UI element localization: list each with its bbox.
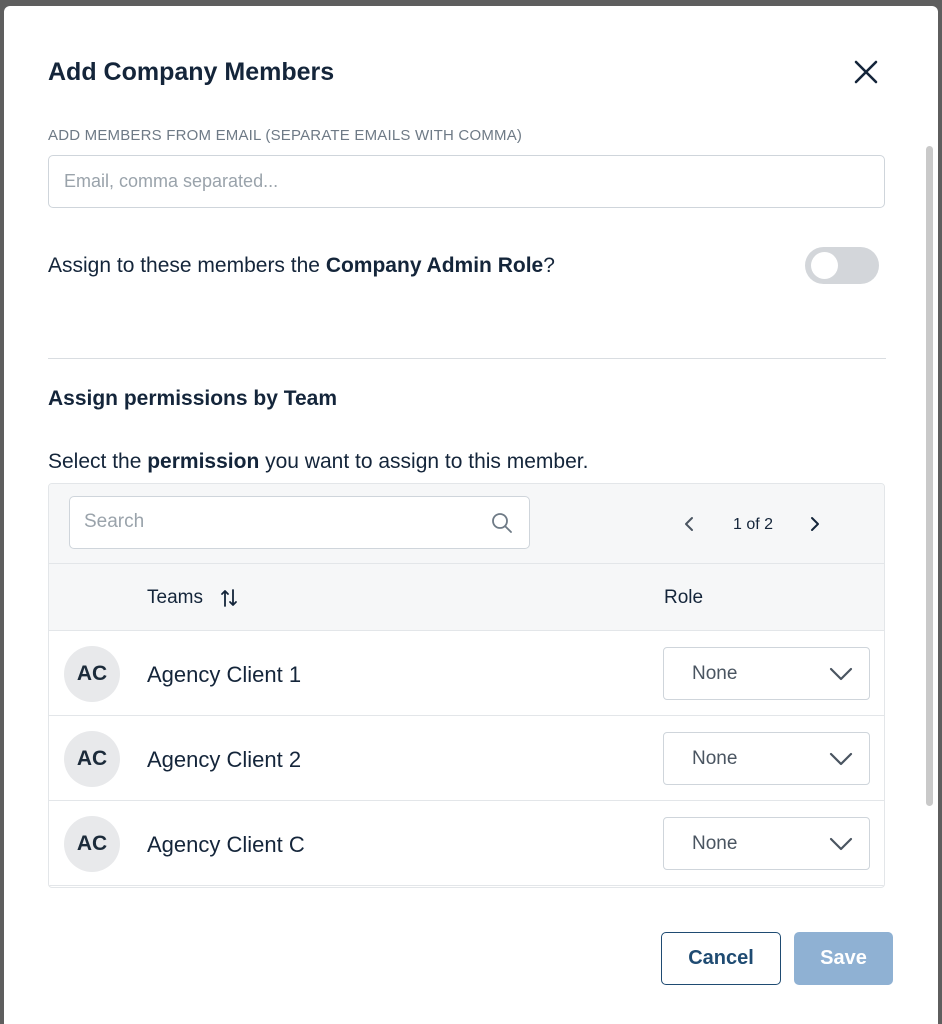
- chevron-down-icon: [829, 837, 853, 851]
- close-icon: [854, 60, 878, 84]
- chevron-left-icon: [685, 517, 693, 531]
- admin-role-question: Assign to these members the Company Admi…: [48, 254, 555, 278]
- avatar: AC: [64, 731, 120, 787]
- teams-toolbar: 1 of 2: [49, 484, 884, 564]
- search-icon[interactable]: [490, 511, 514, 535]
- sort-icon[interactable]: [219, 586, 239, 610]
- admin-role-prefix: Assign to these members the: [48, 254, 326, 277]
- team-section-title: Assign permissions by Team: [48, 387, 338, 410]
- toggle-knob: [811, 252, 838, 279]
- role-select-value: None: [692, 663, 738, 684]
- email-field-label: ADD MEMBERS FROM EMAIL (SEPARATE EMAILS …: [48, 127, 523, 144]
- pager-prev-button[interactable]: [679, 512, 699, 536]
- cancel-button[interactable]: Cancel: [661, 932, 781, 985]
- admin-role-name: Company Admin Role: [325, 254, 544, 277]
- team-name: Agency Client 2: [147, 747, 302, 772]
- modal-title: Add Company Members: [48, 58, 335, 86]
- chevron-down-icon: [829, 667, 853, 681]
- add-members-modal: Add Company Members ADD MEMBERS FROM EMA…: [4, 6, 938, 1024]
- pager-next-button[interactable]: [805, 512, 825, 536]
- role-column-header: Role: [664, 587, 704, 608]
- role-select[interactable]: None: [663, 647, 870, 700]
- desc-suffix: you want to assign to this member.: [259, 450, 589, 473]
- role-select-value: None: [692, 833, 738, 854]
- admin-role-suffix: ?: [543, 254, 555, 277]
- table-row: AC Agency Client 2 None: [49, 716, 884, 801]
- teams-column-header[interactable]: Teams: [147, 587, 203, 609]
- email-field[interactable]: [48, 155, 885, 208]
- team-section-description: Select the permission you want to assign…: [48, 450, 588, 474]
- modal-scrollbar[interactable]: [926, 146, 933, 806]
- pager-status: 1 of 2: [733, 516, 774, 533]
- role-select[interactable]: None: [663, 732, 870, 785]
- save-button[interactable]: Save: [794, 932, 893, 985]
- table-row: AC Agency Client C None: [49, 801, 884, 886]
- search-input[interactable]: [70, 497, 470, 547]
- role-select[interactable]: None: [663, 817, 870, 870]
- desc-prefix: Select the: [48, 450, 148, 473]
- role-select-value: None: [692, 748, 738, 769]
- section-divider: [48, 358, 886, 359]
- chevron-right-icon: [811, 517, 819, 531]
- admin-role-toggle[interactable]: [805, 247, 879, 284]
- teams-table: 1 of 2 Teams Role AC Agency Client 1 Non…: [48, 483, 885, 888]
- avatar: AC: [64, 816, 120, 872]
- close-button[interactable]: [850, 56, 882, 88]
- desc-bold: permission: [147, 450, 260, 473]
- table-row: AC Agency Client 1 None: [49, 631, 884, 716]
- team-name: Agency Client 1: [147, 662, 302, 687]
- avatar: AC: [64, 646, 120, 702]
- search-box: [69, 496, 530, 549]
- chevron-down-icon: [829, 752, 853, 766]
- table-header: Teams Role: [49, 564, 884, 631]
- team-name: Agency Client C: [147, 832, 305, 857]
